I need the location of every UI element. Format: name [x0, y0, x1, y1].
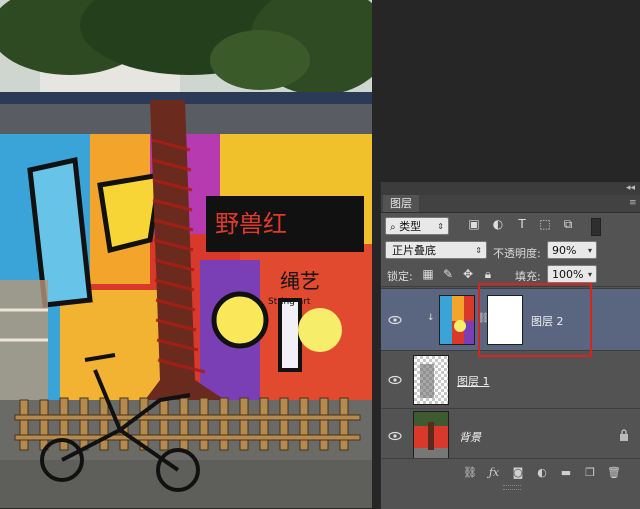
search-icon: ⌕	[390, 222, 396, 233]
shop-name: 绳艺	[280, 269, 320, 293]
layer-thumbnail[interactable]	[413, 355, 449, 405]
chevron-updown-icon: ⇕	[437, 222, 444, 231]
transparency-checker-image	[414, 356, 448, 404]
adjustment-filter-icon[interactable]: ◐	[491, 217, 505, 231]
lock-transparent-icon[interactable]: ▦	[421, 267, 435, 281]
filter-row: ⌕ 类型 ⇕ ▣ ◐ T ⬚ ⧉	[381, 214, 640, 238]
lock-icon	[620, 429, 628, 441]
shop-name-en: String art	[268, 297, 311, 307]
shape-filter-icon[interactable]: ⬚	[538, 217, 552, 231]
panel-collapse-bar[interactable]: ◂◂	[381, 182, 640, 195]
layer-thumbnail[interactable]	[439, 295, 475, 345]
lock-brush-icon[interactable]: ✎	[441, 267, 455, 281]
fx-icon[interactable]: ƒx	[487, 466, 501, 480]
opacity-label: 不透明度:	[493, 247, 541, 260]
new-layer-icon[interactable]: ❐	[583, 466, 597, 480]
filter-toggle[interactable]	[591, 218, 601, 236]
background-thumbnail-image	[414, 412, 448, 458]
layer-row-background[interactable]: 背景	[381, 408, 640, 460]
link-layers-icon[interactable]: ⛓︎	[463, 466, 477, 480]
panel-tabs: 图层 ≡	[381, 195, 640, 213]
layer-row-1[interactable]: 图层 1	[381, 350, 640, 408]
chevron-updown-icon: ⇕	[475, 246, 482, 255]
fill-input[interactable]: 100% ▾	[547, 265, 597, 283]
adjustment-layer-icon[interactable]: ◐	[535, 466, 549, 480]
document-canvas[interactable]: 野兽红 绳艺 String art	[0, 0, 372, 508]
lock-all-icon[interactable]: 🔒︎	[481, 267, 495, 281]
group-folder-icon[interactable]: ▬	[559, 466, 573, 480]
panel-menu-icon[interactable]: ≡	[629, 198, 637, 208]
collapse-icon[interactable]: ◂◂	[626, 182, 635, 195]
eye-icon[interactable]	[388, 315, 402, 325]
fill-label: 填充:	[515, 270, 541, 283]
resize-grip[interactable]	[503, 485, 521, 490]
blend-row: 正片叠底 ⇕ 不透明度: 90% ▾	[381, 238, 640, 262]
image-filter-icon[interactable]: ▣	[467, 217, 481, 231]
add-mask-icon[interactable]: ◙	[511, 466, 525, 480]
opacity-value: 90%	[552, 244, 577, 257]
chevron-down-icon[interactable]: ▾	[588, 266, 592, 284]
clipping-arrow-icon: ↓	[427, 313, 435, 323]
opacity-input[interactable]: 90% ▾	[547, 241, 597, 259]
eye-icon[interactable]	[388, 375, 402, 385]
highlight-box	[478, 283, 592, 357]
chevron-down-icon[interactable]: ▾	[588, 242, 592, 260]
sign-text: 野兽红	[215, 210, 287, 238]
fill-value: 100%	[552, 268, 584, 281]
smart-object-filter-icon[interactable]: ⧉	[561, 217, 575, 231]
layer-thumbnail[interactable]	[413, 411, 449, 459]
mural-thumbnail-image	[440, 296, 474, 344]
lock-move-icon[interactable]: ✥	[461, 267, 475, 281]
trash-icon[interactable]: 🗑︎	[607, 466, 621, 480]
filter-kind-value: 类型	[399, 220, 422, 233]
type-filter-icon[interactable]: T	[515, 217, 529, 231]
eye-icon[interactable]	[388, 431, 402, 441]
panel-footer: ⛓︎ ƒx ◙ ◐ ▬ ❐ 🗑︎	[381, 458, 640, 509]
blend-mode-select[interactable]: 正片叠底 ⇕	[385, 241, 487, 259]
layer-name[interactable]: 图层 1	[457, 373, 490, 389]
tab-layers[interactable]: 图层	[383, 195, 419, 212]
layer-name[interactable]: 背景	[459, 429, 481, 445]
street-photo: 野兽红 绳艺 String art	[0, 0, 372, 508]
blend-mode-value: 正片叠底	[392, 244, 436, 257]
filter-kind-select[interactable]: ⌕ 类型 ⇕	[385, 217, 449, 235]
lock-label: 锁定:	[387, 270, 413, 283]
